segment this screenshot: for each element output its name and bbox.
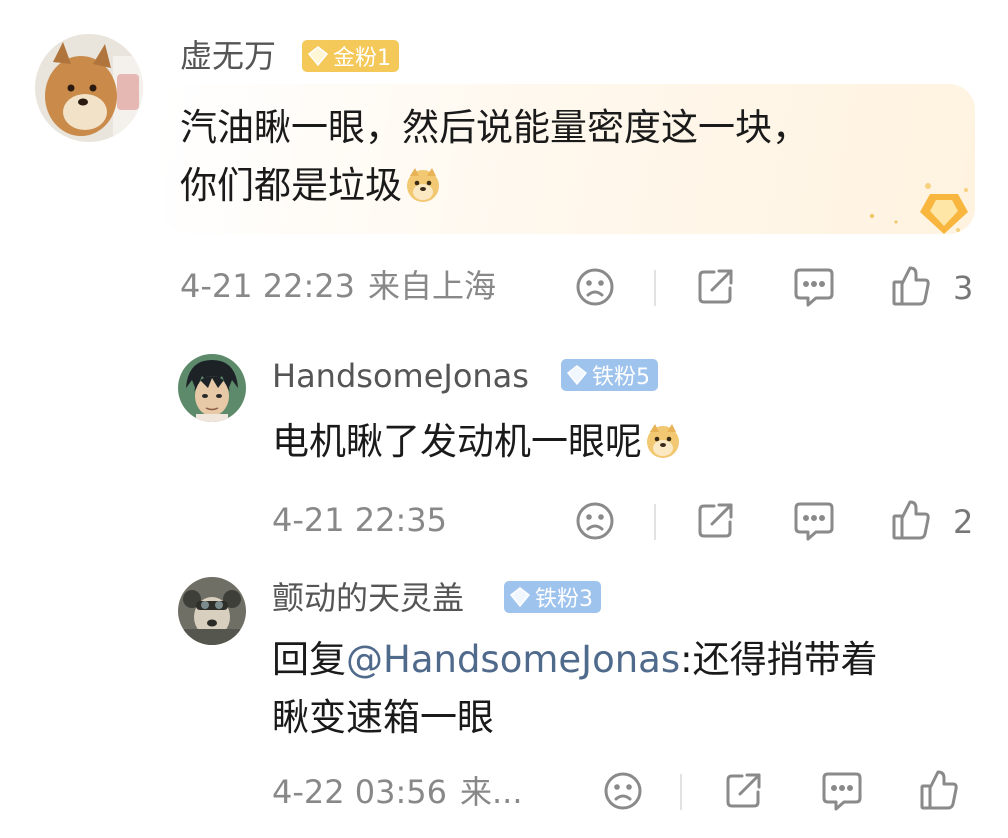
diamond-icon — [566, 364, 588, 386]
fan-badge[interactable]: 铁粉5 — [561, 359, 658, 391]
comment-icon[interactable] — [792, 266, 836, 308]
username[interactable]: 虚无万 — [180, 40, 276, 72]
comment-text-line: 汽油瞅一眼，然后说能量密度这一块， — [180, 106, 809, 149]
vip-crown-icon — [862, 178, 974, 242]
location: 来自上海 — [368, 267, 497, 305]
fan-badge[interactable]: 金粉1 — [302, 40, 399, 72]
thumbs-up-icon[interactable] — [890, 498, 932, 542]
sad-face-icon[interactable] — [574, 266, 616, 308]
timestamp: 4-22 03:56 — [272, 773, 448, 811]
avatar[interactable] — [178, 577, 246, 645]
fan-badge[interactable]: 铁粉3 — [504, 581, 601, 613]
like-count: 2 — [953, 503, 974, 541]
reply-prefix: 回复 — [272, 638, 346, 681]
avatar[interactable] — [35, 34, 143, 142]
sad-face-icon[interactable] — [574, 500, 616, 542]
comment-icon[interactable] — [820, 770, 864, 812]
avatar[interactable] — [178, 354, 246, 422]
doge-emoji-icon — [404, 162, 442, 202]
comment-icon[interactable] — [792, 500, 836, 542]
doge-emoji-icon — [644, 418, 682, 458]
diamond-icon — [509, 586, 531, 608]
timestamp: 4-21 22:35 — [272, 501, 448, 539]
username[interactable]: HandsomeJonas — [272, 360, 529, 392]
badge-label: 铁粉3 — [535, 587, 593, 612]
comment-text-line: 回复@HandsomeJonas:还得捎带着 — [272, 630, 878, 690]
badge-label: 金粉1 — [333, 46, 391, 71]
divider — [680, 774, 682, 810]
sad-face-icon[interactable] — [602, 770, 644, 812]
mention-link[interactable]: @HandsomeJonas — [346, 638, 680, 681]
thumbs-up-icon[interactable] — [918, 768, 960, 812]
divider — [654, 504, 656, 540]
location: 来... — [460, 773, 523, 811]
share-icon[interactable] — [694, 500, 736, 542]
username[interactable]: 颤动的天灵盖 — [272, 582, 464, 614]
timestamp: 4-21 22:23 — [180, 267, 356, 305]
share-icon[interactable] — [694, 266, 736, 308]
comment-text-line: 瞅变速箱一眼 — [272, 696, 494, 739]
comment-text-line: 你们都是垃圾 — [180, 156, 442, 216]
thumbs-up-icon[interactable] — [890, 264, 932, 308]
like-count: 3 — [953, 269, 974, 307]
share-icon[interactable] — [722, 770, 764, 812]
comment-text-line: 电机瞅了发动机一眼呢 — [272, 412, 682, 472]
diamond-icon — [307, 45, 329, 67]
reply-text: :还得捎带着 — [680, 638, 878, 681]
badge-label: 铁粉5 — [592, 365, 650, 390]
divider — [654, 270, 656, 306]
